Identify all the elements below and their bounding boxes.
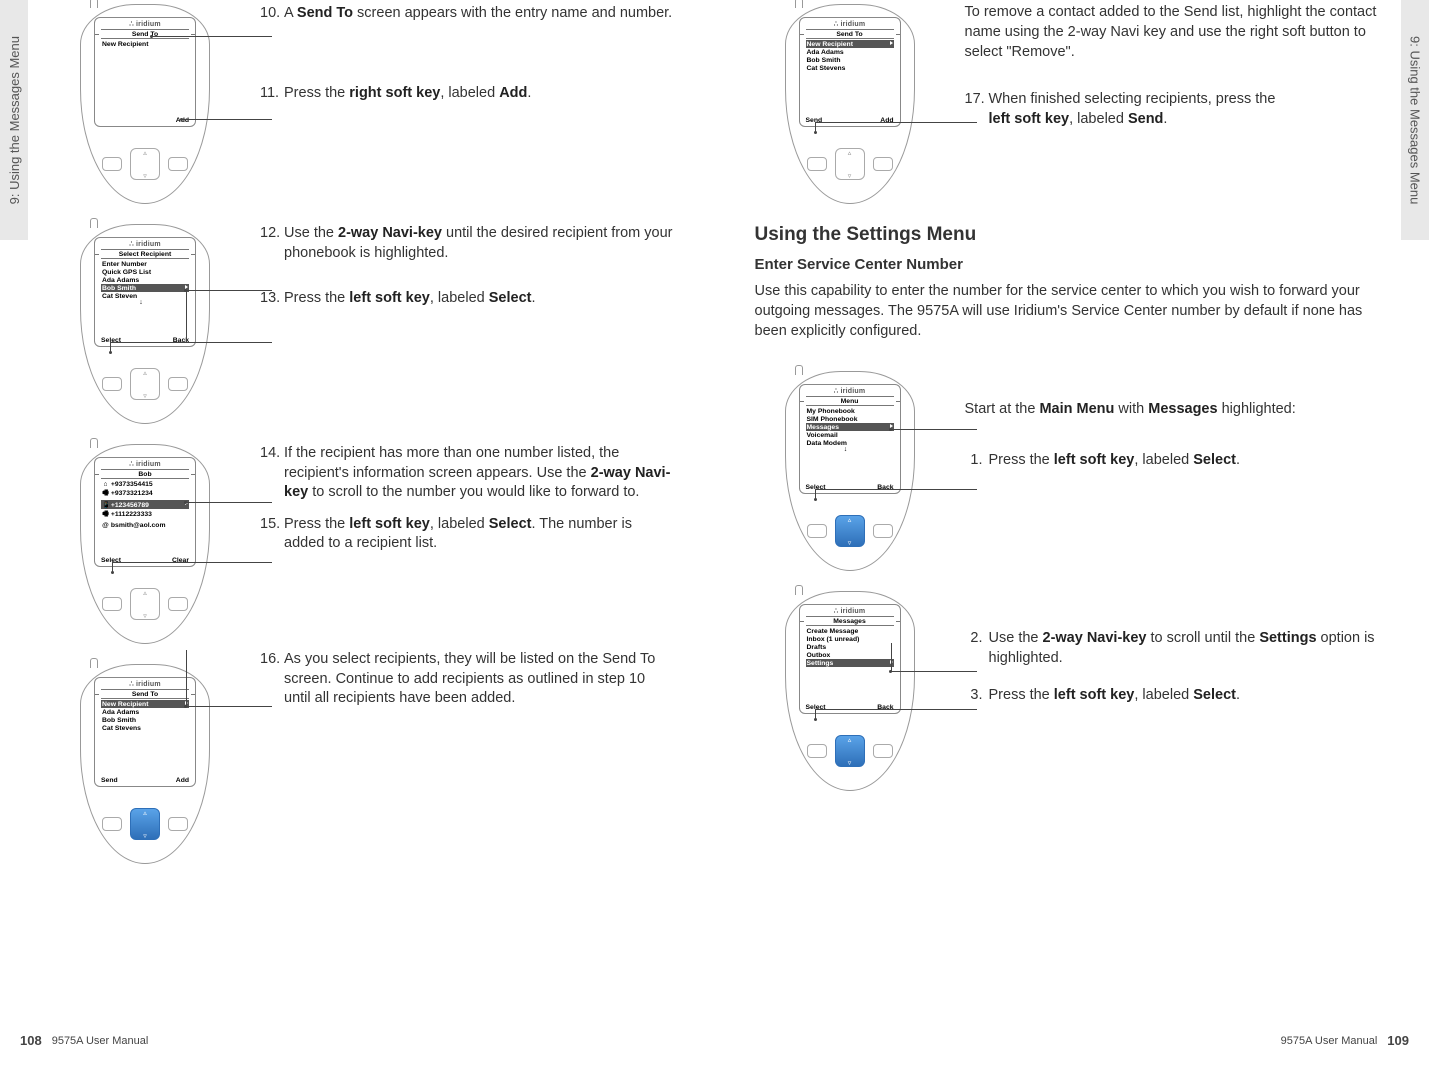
step-13: 13.Press the left soft key, labeled Sele… [260,289,675,309]
iridium-logo: iridium [95,18,195,29]
softkey-left: Send [101,777,118,784]
list-item: Outbox [806,651,894,659]
list-item: Quick GPS List [101,268,189,276]
doc-title: 9575A User Manual [52,1035,149,1047]
page-right: 9: Using the Messages Menu iridium Send … [715,0,1429,1068]
chapter-tab-left: 9: Using the Messages Menu [0,0,28,240]
iridium-logo: iridium [95,458,195,469]
step-m1: 1.Press the left soft key, labeled Selec… [965,451,1380,471]
screen-title: Send To [101,29,189,39]
list-item: Enter Number [101,260,189,268]
mobile-icon: 📱 [102,501,109,509]
phone-screen: iridium Send To New Recipient Add [94,17,196,127]
navpad-highlighted [130,808,160,840]
list-item: New Recipient [101,40,189,48]
fax-icon: 🖷 [102,510,109,521]
list-item: Cat Stevens [101,724,189,732]
fax-icon: 🖷 [102,489,109,500]
page-left: 9: Using the Messages Menu iridium Send … [0,0,715,1068]
navpad-highlighted [835,735,865,767]
list-item-selected: Messages [806,423,894,431]
down-arrow-icon: ↓ [806,447,894,452]
list-item-selected: Settings [806,659,894,667]
keypad [81,139,209,189]
footer-right: 109 9575A User Manual [1281,1033,1409,1048]
list-item: Ada Adams [806,48,894,56]
page-spread: 9: Using the Messages Menu iridium Send … [0,0,1429,1068]
step-12: 12.Use the 2-way Navi-key until the desi… [260,224,675,263]
screen-title: Bob [101,469,189,479]
phone-fig-17: iridium Send To New Recipient Ada Adams … [785,4,915,204]
phone-fig-messages: iridium Messages Create Message Inbox (1… [785,591,915,791]
menu-intro: Start at the Main Menu with Messages hig… [965,399,1380,419]
list-item: Drafts [806,643,894,651]
iridium-logo: iridium [95,238,195,249]
phone-fig-10: iridium Send To New Recipient Add [80,4,210,204]
step-m2: 2.Use the 2-way Navi-key to scroll until… [965,629,1380,668]
step-14: 14.If the recipient has more than one nu… [260,444,675,503]
list-item-selected: Bob Smith [101,284,189,292]
home-icon: ⌂ [102,481,109,488]
list-item-selected: New Recipient [101,700,189,708]
phone-fig-12: iridium Select Recipient Enter Number Qu… [80,224,210,424]
list-item: Data Modem [806,439,894,447]
list-item: Bob Smith [101,716,189,724]
step-10: 10.A Send To screen appears with the ent… [260,4,675,24]
screen-title: Send To [101,689,189,699]
list-item: Cat Stevens [806,64,894,72]
step-15: 15.Press the left soft key, labeled Sele… [260,515,675,554]
list-item: 🖷 +1112223333 [101,509,189,521]
email-icon: @ [102,522,109,529]
chapter-label: 9: Using the Messages Menu [1408,36,1423,204]
list-item-selected: 📱 +123456789 [101,500,189,509]
iridium-logo: iridium [800,18,900,29]
page-number: 108 [20,1033,42,1048]
softkey-right: Add [176,777,189,784]
doc-title: 9575A User Manual [1281,1035,1378,1047]
step-17: 17.When finished selecting recipients, p… [965,90,1380,129]
iridium-logo: iridium [800,605,900,616]
list-item: Ada Adams [101,708,189,716]
list-item: Bob Smith [806,56,894,64]
screen-title: Send To [806,29,894,39]
subsection-heading: Enter Service Center Number [755,256,1380,273]
list-item: Cat Steven [101,292,189,300]
remove-note: To remove a contact added to the Send li… [965,2,1380,62]
list-item: ⌂ +9373354415 [101,480,189,488]
chapter-label: 9: Using the Messages Menu [7,36,22,204]
list-item: 🖷 +9373321234 [101,488,189,500]
down-arrow-icon: ↓ [101,300,189,305]
screen-title: Select Recipient [101,249,189,259]
list-item: @ bsmith@aol.com [101,521,189,529]
iridium-logo: iridium [800,385,900,396]
list-item: Create Message [806,627,894,635]
step-11: 11.Press the right soft key, labeled Add… [260,84,675,104]
iridium-logo: iridium [95,678,195,689]
list-item: Ada Adams [101,276,189,284]
list-item: Inbox (1 unread) [806,635,894,643]
footer-left: 108 9575A User Manual [20,1033,148,1048]
phone-fig-14: iridium Bob ⌂ +9373354415 🖷 +9373321234 … [80,444,210,644]
page-number: 109 [1387,1033,1409,1048]
phone-fig-16: iridium Send To New Recipient Ada Adams … [80,664,210,864]
phone-fig-menu: iridium Menu My Phonebook SIM Phonebook … [785,371,915,571]
list-item-selected: New Recipient [806,40,894,48]
screen-title: Menu [806,396,894,406]
section-intro: Use this capability to enter the number … [755,281,1380,341]
section-heading: Using the Settings Menu [755,224,1380,246]
list-item: My Phonebook [806,407,894,415]
screen-title: Messages [806,616,894,626]
chapter-tab-right: 9: Using the Messages Menu [1401,0,1429,240]
step-16: 16.As you select recipients, they will b… [260,650,675,709]
step-m3: 3.Press the left soft key, labeled Selec… [965,686,1380,706]
navpad-highlighted [835,515,865,547]
list-item: Voicemail [806,431,894,439]
list-item: SIM Phonebook [806,415,894,423]
